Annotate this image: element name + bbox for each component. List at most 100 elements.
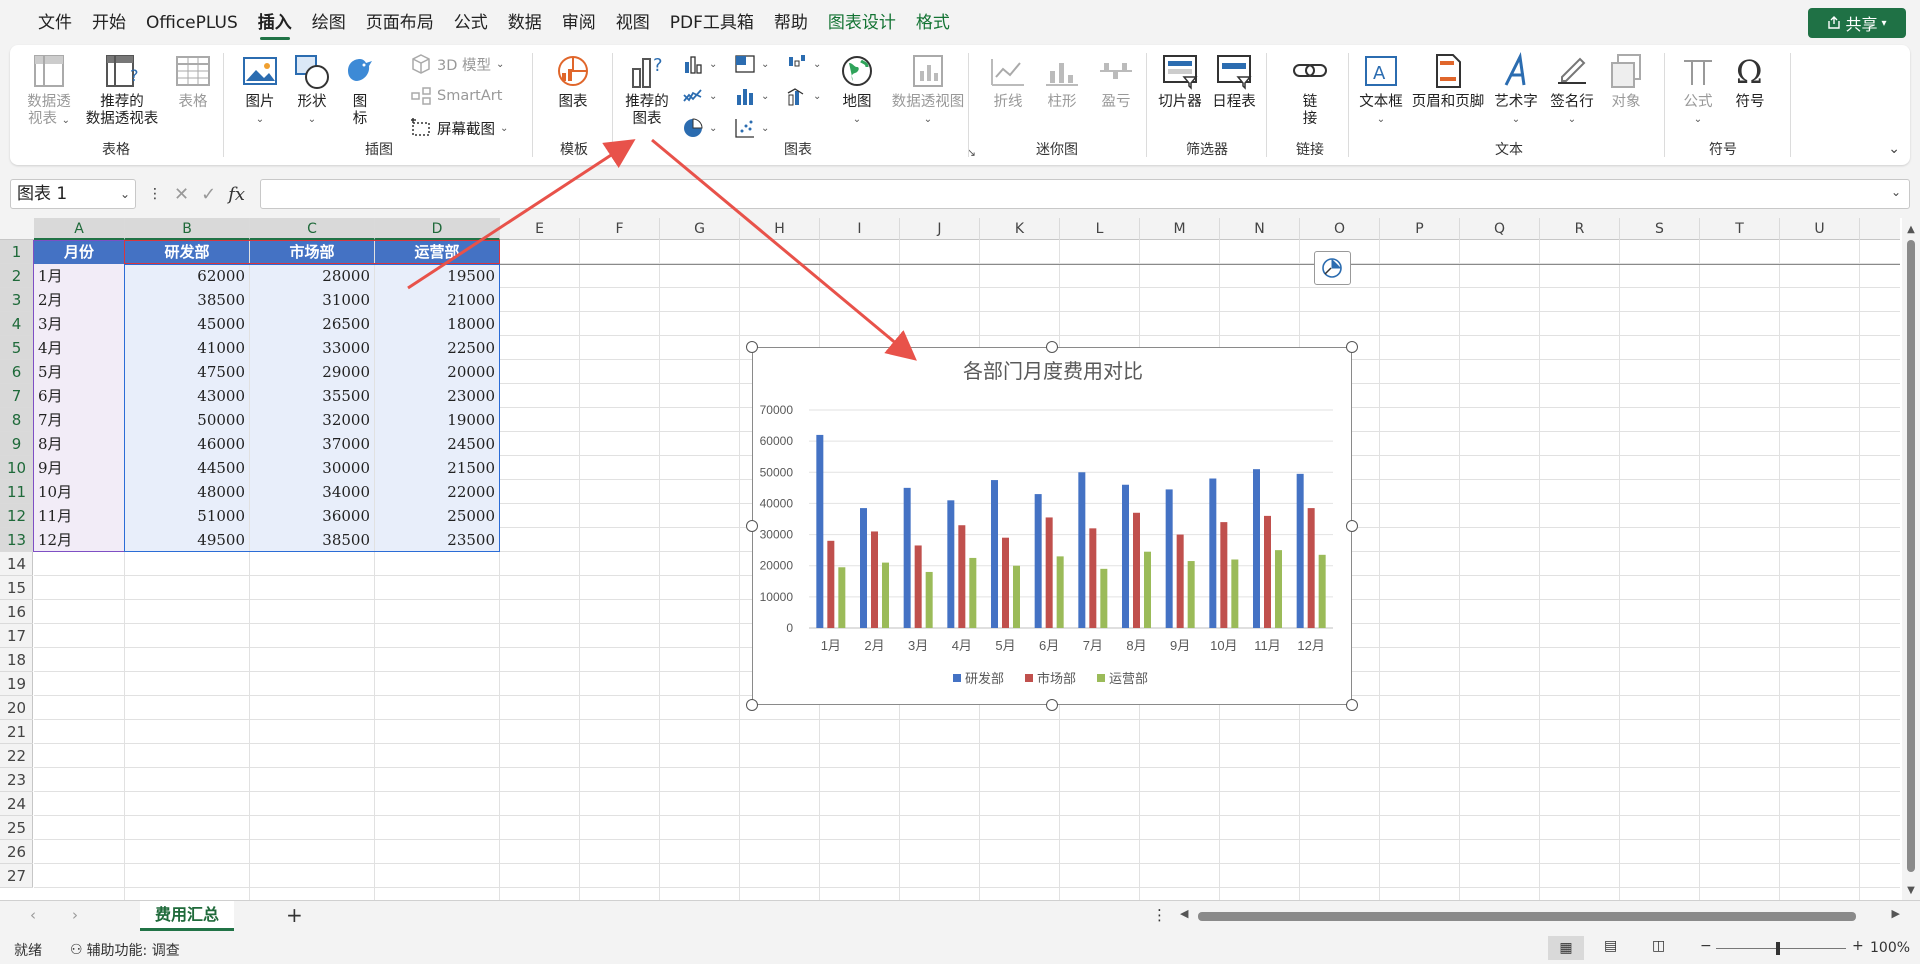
row-header-18[interactable]: 18	[0, 648, 33, 672]
value-cell[interactable]: 23500	[375, 528, 499, 552]
value-cell[interactable]: 45000	[125, 312, 249, 336]
value-cell[interactable]: 48000	[125, 480, 249, 504]
column-header-o[interactable]: O	[1300, 218, 1380, 240]
month-cell[interactable]: 12月	[34, 528, 124, 552]
smartart-button[interactable]: SmartArt	[410, 85, 502, 107]
scatter-chart-button[interactable]: ⌄	[734, 117, 769, 139]
menu-view[interactable]: 视图	[606, 0, 660, 46]
wordart-button[interactable]: 艺术字 ⌄	[1492, 51, 1540, 128]
zoom-slider[interactable]	[1716, 942, 1846, 955]
chart-object[interactable]: 各部门月度费用对比 70000 60000 50000 40000 30000 20000 1…	[746, 341, 1358, 711]
shapes-button[interactable]: 形状 ⌄	[290, 51, 334, 128]
column-header-d[interactable]: D	[375, 218, 500, 240]
pivot-chart-button[interactable]: 数据透视图 ⌄	[886, 51, 970, 128]
value-cell[interactable]: 18000	[375, 312, 499, 336]
column-header-a[interactable]: A	[34, 218, 125, 240]
row-header-13[interactable]: 13	[0, 528, 33, 552]
recommended-pivot-button[interactable]: ? 推荐的 数据透视表	[80, 51, 164, 128]
month-cell[interactable]: 7月	[34, 408, 124, 432]
value-cell[interactable]: 20000	[375, 360, 499, 384]
menu-data[interactable]: 数据	[498, 0, 552, 46]
resize-handle[interactable]	[1346, 341, 1358, 353]
month-cell[interactable]: 10月	[34, 480, 124, 504]
row-header-9[interactable]: 9	[0, 432, 33, 456]
row-header-6[interactable]: 6	[0, 360, 33, 384]
row-header-26[interactable]: 26	[0, 840, 33, 864]
resize-handle[interactable]	[746, 520, 758, 532]
chart-template-button[interactable]: 图表	[550, 51, 596, 111]
zoom-in-button[interactable]: +	[1852, 938, 1864, 954]
name-box[interactable]: 图表 1 ⌄	[10, 179, 136, 209]
chart-quick-layout-button[interactable]	[1314, 251, 1351, 285]
value-cell[interactable]: 46000	[125, 432, 249, 456]
timeline-button[interactable]: 日程表	[1208, 51, 1260, 111]
menu-insert[interactable]: 插入	[248, 0, 302, 46]
value-cell[interactable]: 25000	[375, 504, 499, 528]
icons-button[interactable]: 图 标	[342, 51, 378, 128]
pie-chart-button[interactable]: ⌄	[682, 117, 717, 139]
next-sheet-icon[interactable]: ›	[72, 906, 78, 924]
column-header-r[interactable]: R	[1540, 218, 1620, 240]
value-cell[interactable]: 41000	[125, 336, 249, 360]
resize-handle[interactable]	[746, 341, 758, 353]
column-header-k[interactable]: K	[980, 218, 1060, 240]
value-cell[interactable]: 44500	[125, 456, 249, 480]
value-cell[interactable]: 29000	[250, 360, 374, 384]
row-header-25[interactable]: 25	[0, 816, 33, 840]
value-cell[interactable]: 31000	[250, 288, 374, 312]
month-cell[interactable]: 1月	[34, 264, 124, 288]
link-button[interactable]: 链 接	[1288, 51, 1332, 128]
picture-button[interactable]: 图片 ⌄	[238, 51, 282, 128]
scroll-down-icon[interactable]: ▼	[1902, 885, 1920, 896]
textbox-button[interactable]: A 文本框 ⌄	[1356, 51, 1406, 128]
row-header-21[interactable]: 21	[0, 720, 33, 744]
column-header-u[interactable]: U	[1780, 218, 1860, 240]
table-header-cell[interactable]: 月份	[34, 240, 124, 264]
value-cell[interactable]: 37000	[250, 432, 374, 456]
row-header-14[interactable]: 14	[0, 552, 33, 576]
month-cell[interactable]: 9月	[34, 456, 124, 480]
row-header-12[interactable]: 12	[0, 504, 33, 528]
value-cell[interactable]: 36000	[250, 504, 374, 528]
value-cell[interactable]: 21500	[375, 456, 499, 480]
row-header-3[interactable]: 3	[0, 288, 33, 312]
row-header-17[interactable]: 17	[0, 624, 33, 648]
row-header-4[interactable]: 4	[0, 312, 33, 336]
column-header-p[interactable]: P	[1380, 218, 1460, 240]
value-cell[interactable]: 22500	[375, 336, 499, 360]
menu-home[interactable]: 开始	[82, 0, 136, 46]
prev-sheet-icon[interactable]: ‹	[30, 906, 36, 924]
row-header-27[interactable]: 27	[0, 864, 33, 888]
value-cell[interactable]: 51000	[125, 504, 249, 528]
sparkline-line-button[interactable]: 折线	[988, 51, 1028, 111]
column-header-g[interactable]: G	[660, 218, 740, 240]
table-header-cell[interactable]: 市场部	[250, 240, 374, 264]
column-chart-button[interactable]: ⌄	[682, 53, 717, 75]
month-cell[interactable]: 2月	[34, 288, 124, 312]
normal-view-icon[interactable]: ▦	[1548, 936, 1584, 960]
share-button[interactable]: 共享 ▾	[1808, 8, 1906, 38]
hierarchy-chart-button[interactable]: ⌄	[734, 53, 769, 75]
formula-input[interactable]: ⌄	[260, 179, 1910, 209]
menu-help[interactable]: 帮助	[764, 0, 818, 46]
zoom-out-button[interactable]: −	[1700, 938, 1712, 954]
resize-handle[interactable]	[746, 699, 758, 711]
column-header-c[interactable]: C	[250, 218, 375, 240]
insert-function-button[interactable]: fx	[228, 184, 245, 205]
header-footer-button[interactable]: 页眉和页脚	[1408, 51, 1488, 111]
column-header-n[interactable]: N	[1220, 218, 1300, 240]
column-header-e[interactable]: E	[500, 218, 580, 240]
recommended-charts-button[interactable]: ? 推荐的 图表	[622, 51, 672, 128]
horizontal-scrollbar[interactable]: ◀ ▶	[1180, 907, 1900, 923]
row-header-22[interactable]: 22	[0, 744, 33, 768]
vertical-scroll-thumb[interactable]	[1907, 240, 1915, 872]
row-header-1[interactable]: 1	[0, 240, 33, 264]
menu-page-layout[interactable]: 页面布局	[356, 0, 444, 46]
symbol-button[interactable]: Ω 符号	[1728, 51, 1772, 111]
value-cell[interactable]: 62000	[125, 264, 249, 288]
3d-model-button[interactable]: 3D 模型 ⌄	[410, 53, 504, 75]
scroll-up-icon[interactable]: ▲	[1902, 224, 1920, 235]
value-cell[interactable]: 30000	[250, 456, 374, 480]
resize-handle[interactable]	[1046, 341, 1058, 353]
slicer-button[interactable]: 切片器	[1154, 51, 1206, 111]
